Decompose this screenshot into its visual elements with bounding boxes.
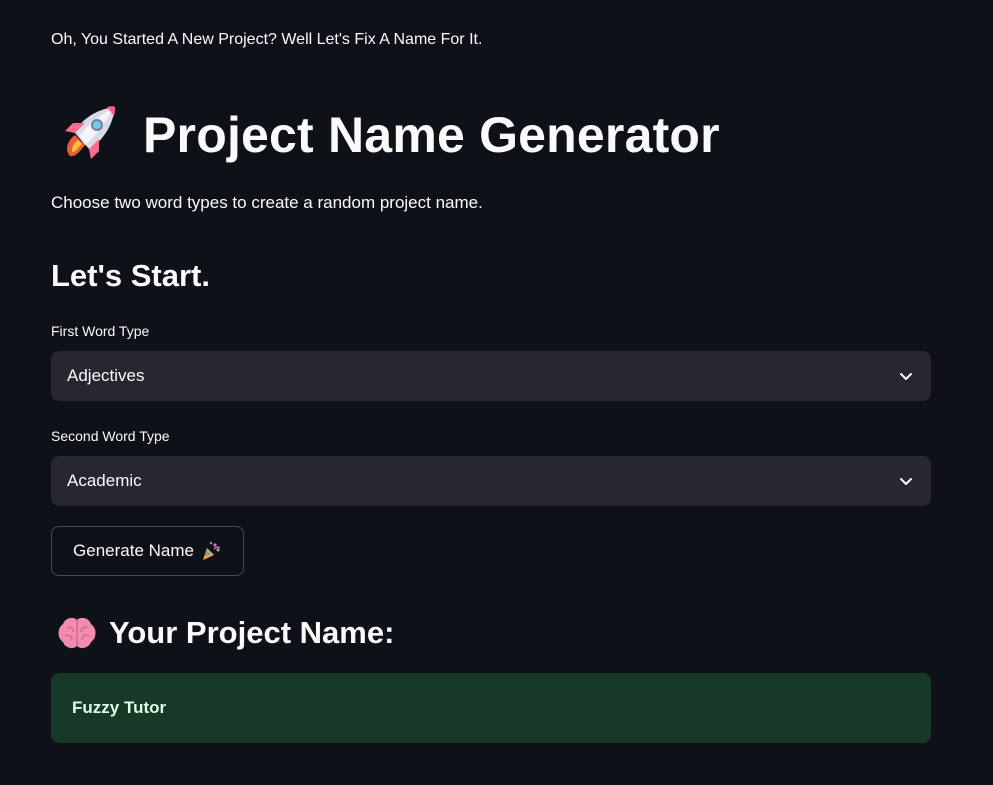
page-subtitle: Choose two word types to create a random…: [51, 193, 483, 212]
result-heading: Your Project Name:: [109, 615, 395, 650]
brain-icon: [55, 614, 97, 652]
second-word-type-select[interactable]: Academic: [51, 456, 931, 506]
title-row: Project Name Generator: [51, 100, 720, 170]
first-word-type-label: First Word Type: [51, 323, 150, 339]
project-name-result: Fuzzy Tutor: [72, 698, 167, 717]
result-box: Fuzzy Tutor: [51, 673, 931, 743]
section-heading: Let's Start.: [51, 258, 210, 293]
party-popper-icon: [200, 540, 222, 562]
result-heading-row: Your Project Name:: [51, 610, 394, 656]
second-word-type-value: Academic: [67, 471, 142, 490]
chevron-down-icon[interactable]: [897, 472, 915, 490]
intro-text: Oh, You Started A New Project? Well Let'…: [51, 31, 483, 48]
page: Oh, You Started A New Project? Well Let'…: [0, 0, 993, 785]
chevron-down-icon[interactable]: [897, 367, 915, 385]
second-word-type-label: Second Word Type: [51, 428, 170, 444]
generate-name-button-label: Generate Name: [73, 541, 194, 560]
first-word-type-value: Adjectives: [67, 366, 145, 385]
generate-name-button[interactable]: Generate Name: [51, 526, 244, 576]
page-title: Project Name Generator: [143, 107, 720, 163]
first-word-type-select[interactable]: Adjectives: [51, 351, 931, 401]
rocket-icon: [57, 103, 125, 167]
